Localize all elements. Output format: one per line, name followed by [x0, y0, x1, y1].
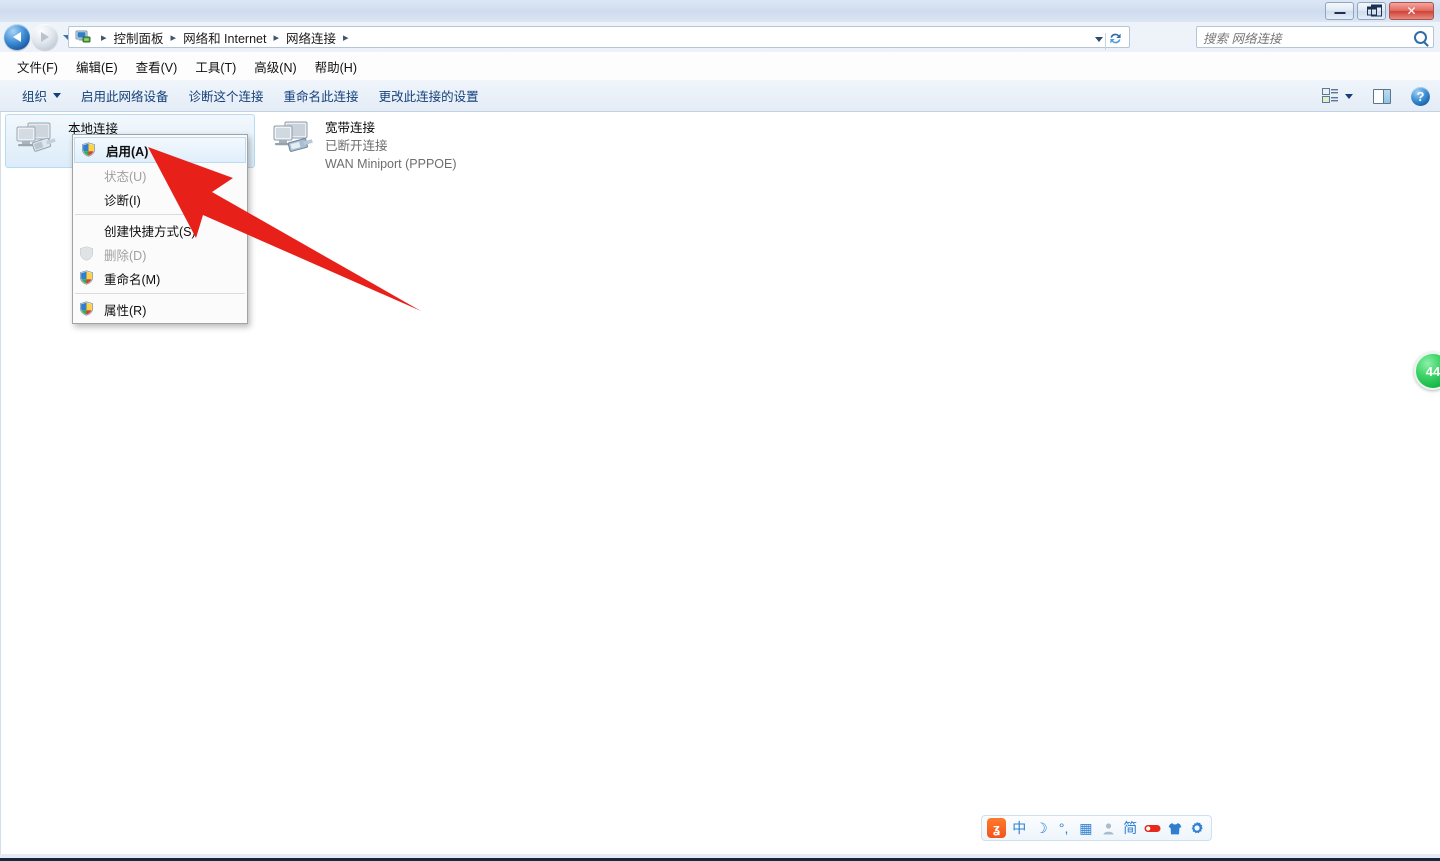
menu-bar: 文件(F) 编辑(E) 查看(V) 工具(T) 高级(N) 帮助(H) — [0, 52, 1440, 80]
search-icon — [1414, 30, 1427, 44]
menu-view[interactable]: 查看(V) — [127, 54, 187, 79]
context-menu-label: 状态(U) — [104, 169, 147, 184]
close-icon: ✕ — [1406, 4, 1417, 18]
breadcrumb-separator: ▸ — [343, 31, 349, 44]
address-dropdown-chevron-icon[interactable] — [1095, 37, 1103, 42]
context-menu-icon-placeholder — [79, 191, 96, 208]
breadcrumb-separator: ▸ — [101, 31, 107, 44]
breadcrumb-item-network-connections[interactable]: 网络连接 — [286, 28, 336, 47]
menu-help[interactable]: 帮助(H) — [306, 54, 366, 79]
uac-shield-icon — [79, 269, 96, 287]
uac-shield-icon — [81, 141, 98, 159]
context-menu-label: 创建快捷方式(S) — [104, 224, 196, 239]
uac-shield-disabled-icon — [79, 245, 96, 263]
simplified-chinese-icon[interactable]: 简 — [1121, 818, 1139, 838]
connections-list: 本地连接 宽带连接 已断开连接 WAN Miniport (PPPOE) — [1, 112, 1440, 171]
preview-pane-icon[interactable] — [1373, 88, 1391, 104]
title-bar: ✕ — [0, 0, 1440, 22]
search-input[interactable]: 搜索 网络连接 — [1203, 28, 1414, 47]
navigation-buttons — [4, 24, 73, 50]
view-mode-icon[interactable] — [1322, 88, 1339, 104]
minimize-button[interactable] — [1325, 2, 1354, 20]
connection-status: 已断开连接 — [325, 139, 388, 154]
context-menu-label: 删除(D) — [104, 248, 147, 263]
list-item[interactable]: 宽带连接 已断开连接 WAN Miniport (PPPOE) — [263, 114, 513, 177]
badge-count: 44 — [1425, 363, 1440, 379]
toolbar-right-group: ? — [1322, 80, 1430, 112]
context-menu-separator — [75, 214, 245, 215]
change-settings-button[interactable]: 更改此连接的设置 — [369, 82, 489, 109]
close-button[interactable]: ✕ — [1389, 2, 1434, 20]
punctuation-icon[interactable]: °, — [1055, 818, 1073, 838]
context-menu-item-properties[interactable]: 属性(R) — [73, 297, 247, 321]
soft-keyboard-icon[interactable]: ▦ — [1077, 818, 1095, 838]
menu-file[interactable]: 文件(F) — [8, 54, 67, 79]
broadband-connection-icon — [269, 118, 317, 162]
minimize-icon — [1334, 11, 1345, 14]
context-menu-label: 重命名(M) — [104, 272, 161, 287]
context-menu-item-delete: 删除(D) — [73, 242, 247, 266]
chinese-mode-icon[interactable]: 中 — [1010, 818, 1028, 838]
organize-label: 组织 — [22, 90, 48, 104]
organize-button[interactable]: 组织 — [12, 82, 71, 109]
pill-icon[interactable] — [1143, 818, 1161, 838]
breadcrumb-item-control-panel[interactable]: 控制面板 — [114, 28, 164, 47]
breadcrumb-separator: ▸ — [273, 31, 279, 44]
uac-shield-icon — [79, 300, 96, 318]
forward-arrow-icon — [41, 32, 49, 42]
forward-button[interactable] — [32, 24, 58, 50]
help-icon[interactable]: ? — [1411, 86, 1430, 106]
enable-device-button[interactable]: 启用此网络设备 — [71, 82, 179, 109]
address-bar-row: ▸ 控制面板 ▸ 网络和 Internet ▸ 网络连接 ▸ 搜索 网络连接 — [0, 22, 1440, 52]
network-adapter-disabled-icon — [12, 119, 60, 163]
back-button[interactable] — [4, 24, 30, 50]
chevron-down-icon — [53, 93, 62, 98]
network-connections-icon — [75, 29, 91, 45]
view-mode-chevron-icon[interactable] — [1345, 93, 1353, 99]
back-arrow-icon — [13, 32, 21, 42]
window-controls: ✕ — [1325, 2, 1434, 20]
connection-device: WAN Miniport (PPPOE) — [325, 157, 457, 172]
command-toolbar: 组织 启用此网络设备 诊断这个连接 重命名此连接 更改此连接的设置 ? — [0, 80, 1440, 112]
diagnose-connection-button[interactable]: 诊断这个连接 — [179, 82, 274, 109]
address-divider — [1105, 33, 1106, 50]
context-menu-icon-placeholder — [79, 222, 96, 239]
refresh-icon[interactable] — [1107, 30, 1124, 47]
moon-icon[interactable]: ☽ — [1032, 818, 1050, 838]
connection-text: 宽带连接 已断开连接 WAN Miniport (PPPOE) — [325, 118, 457, 173]
search-box[interactable]: 搜索 网络连接 — [1196, 26, 1434, 48]
menu-tools[interactable]: 工具(T) — [186, 54, 245, 79]
context-menu: 启用(A) 状态(U) 诊断(I) 创建快捷方式(S) 删除(D) 重命名(M)… — [72, 134, 248, 324]
menu-advanced[interactable]: 高级(N) — [245, 54, 305, 79]
connection-name: 宽带连接 — [325, 121, 376, 135]
menu-edit[interactable]: 编辑(E) — [67, 54, 127, 79]
breadcrumb[interactable]: ▸ 控制面板 ▸ 网络和 Internet ▸ 网络连接 ▸ — [68, 26, 1130, 50]
rename-connection-button[interactable]: 重命名此连接 — [274, 82, 369, 109]
context-menu-label: 属性(R) — [104, 303, 147, 318]
context-menu-icon-placeholder — [79, 167, 96, 184]
explorer-window: ✕ ▸ 控制面板 ▸ 网络和 Internet ▸ 网络连接 ▸ 搜索 网络连接… — [0, 0, 1440, 861]
context-menu-label: 启用(A) — [106, 144, 149, 159]
context-menu-item-create-shortcut[interactable]: 创建快捷方式(S) — [73, 218, 247, 242]
context-menu-item-enable[interactable]: 启用(A) — [74, 137, 246, 163]
breadcrumb-item-network-internet[interactable]: 网络和 Internet — [183, 28, 266, 47]
ime-toolbar: ʓ 中 ☽ °, ▦ 简 — [981, 815, 1212, 841]
breadcrumb-separator: ▸ — [170, 31, 177, 44]
user-icon[interactable] — [1099, 818, 1117, 838]
context-menu-item-diagnose[interactable]: 诊断(I) — [73, 187, 247, 211]
settings-icon[interactable] — [1188, 818, 1206, 838]
context-menu-item-rename[interactable]: 重命名(M) — [73, 266, 247, 290]
sogou-logo-icon[interactable]: ʓ — [987, 818, 1007, 838]
maximize-button[interactable] — [1357, 2, 1386, 20]
maximize-icon — [1366, 4, 1382, 17]
context-menu-separator — [75, 293, 245, 294]
context-menu-item-status: 状态(U) — [73, 163, 247, 187]
skin-icon[interactable] — [1166, 818, 1184, 838]
context-menu-label: 诊断(I) — [104, 193, 141, 208]
